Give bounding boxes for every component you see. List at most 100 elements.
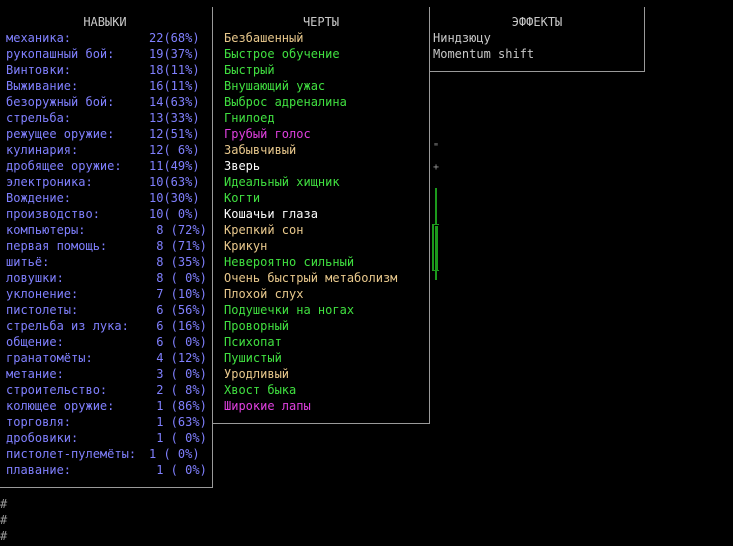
skill-value: 2 ( 8%) (149, 383, 207, 397)
skill-name: ловушки: (6, 271, 64, 285)
skill-value: 12(51%) (149, 127, 200, 141)
trait-item: Плохой слух (224, 287, 304, 301)
skills-panel: НАВЫКИ механика: 22(68%) рукопашный бой: 19… (0, 7, 213, 488)
trait-item: Крикун (224, 239, 268, 253)
skill-row: стрельба из лука: 6 (16%) (0, 318, 211, 334)
skill-row: кулинария: 12( 6%) (0, 142, 211, 158)
trait-item: Внушающий ужас (224, 79, 326, 93)
skill-value: 12( 6%) (149, 143, 200, 157)
skill-value: 6 (56%) (149, 303, 207, 317)
skill-name: электроника: (6, 175, 93, 189)
trait-item: Невероятно сильный (224, 255, 355, 269)
skill-row: дробовики: 1 ( 0%) (0, 430, 211, 446)
skill-value: 1 ( 0%) (149, 431, 207, 445)
traits-title: ЧЕРТЫ (302, 15, 340, 29)
skill-name: компьютеры: (6, 223, 86, 237)
skill-name: Выживание: (6, 79, 79, 93)
gauge-bracket-left (432, 224, 434, 270)
skill-name: режущее оружие: (6, 127, 115, 141)
trait-item: Когти (224, 191, 261, 205)
skill-row: пистолеты: 6 (56%) (0, 302, 211, 318)
skill-row: строительство: 2 ( 8%) (0, 382, 211, 398)
trait-item: Гнилоед (224, 111, 275, 125)
trait-item: Очень быстрый метаболизм (224, 271, 398, 285)
skill-value: 10( 0%) (149, 207, 200, 221)
skill-name: плавание: (6, 463, 72, 477)
skill-value: 11(49%) (149, 159, 200, 173)
skill-value: 8 ( 0%) (149, 271, 207, 285)
skill-row: общение: 6 ( 0%) (0, 334, 211, 350)
skills-title: НАВЫКИ (83, 15, 127, 29)
skill-row: рукопашный бой: 19(37%) (0, 46, 211, 62)
skill-name: Вождение: (6, 191, 72, 205)
skill-row: гранатомёты: 4 (12%) (0, 350, 211, 366)
effect-item: Momentum shift (433, 47, 535, 61)
skill-value: 1 (63%) (149, 415, 207, 429)
skill-value: 3 ( 0%) (149, 367, 207, 381)
skill-value: 1 (86%) (149, 399, 207, 413)
traits-panel: ЧЕРТЫ Безбашенный Быстрое обучение Быстрый… (212, 7, 430, 424)
skill-name: торговля: (6, 415, 72, 429)
skill-row: режущее оружие: 12(51%) (0, 126, 211, 142)
skill-value: 14(63%) (149, 95, 200, 109)
skill-row: торговля: 1 (63%) (0, 414, 211, 430)
trait-item: Широкие лапы (224, 399, 311, 413)
skill-value: 8 (72%) (149, 223, 207, 237)
skill-name: шитьё: (6, 255, 50, 269)
effects-title: ЭФФЕКТЫ (511, 15, 563, 29)
skill-name: производство: (6, 207, 100, 221)
skill-name: первая помощь: (6, 239, 108, 253)
trait-item: Проворный (224, 319, 290, 333)
skill-name: дробящее оружие: (6, 159, 122, 173)
skill-row: пистолет-пулемёты: 1 ( 0%) (0, 446, 211, 462)
skill-value: 10(63%) (149, 175, 200, 189)
skill-row: Винтовки: 18(11%) (0, 62, 211, 78)
skill-name: гранатомёты: (6, 351, 93, 365)
skill-name: общение: (6, 335, 64, 349)
effects-panel: ЭФФЕКТЫ Ниндзюцу Momentum shift (429, 7, 645, 72)
trait-item: Безбашенный (224, 31, 304, 45)
skill-row: ловушки: 8 ( 0%) (0, 270, 211, 286)
trait-item: Пушистый (224, 351, 282, 365)
trait-item: Зверь (224, 159, 261, 173)
skill-name: метание: (6, 367, 64, 381)
skill-value: 13(33%) (149, 111, 200, 125)
skill-name: пистолеты: (6, 303, 79, 317)
skill-value: 1 ( 0%) (149, 447, 200, 461)
trait-item: Выброс адреналина (224, 95, 347, 109)
skill-row: Выживание: 16(11%) (0, 78, 211, 94)
skill-value: 8 (35%) (149, 255, 207, 269)
trait-item: Идеальный хищник (224, 175, 340, 189)
skill-value: 22(68%) (149, 31, 200, 45)
skill-name: механика: (6, 31, 72, 45)
trait-item: Крепкий сон (224, 223, 304, 237)
skill-value: 10(30%) (149, 191, 200, 205)
skill-name: стрельба из лука: (6, 319, 129, 333)
trait-item: Кошачьи глаза (224, 207, 318, 221)
trait-item: Хвост быка (224, 383, 297, 397)
trait-item: Грубый голос (224, 127, 311, 141)
skill-name: колющее оружие: (6, 399, 115, 413)
gauge-bar-upper (435, 188, 437, 224)
skill-row: дробящее оружие: 11(49%) (0, 158, 211, 174)
skill-row: компьютеры: 8 (72%) (0, 222, 211, 238)
trait-item: Забывчивый (224, 143, 297, 157)
skill-value: 6 (16%) (149, 319, 207, 333)
skill-name: строительство: (6, 383, 108, 397)
skill-value: 18(11%) (149, 63, 200, 77)
hash-mark: # (0, 497, 8, 511)
hash-mark: # (0, 529, 8, 543)
skill-row: электроника: 10(63%) (0, 174, 211, 190)
skill-value: 4 (12%) (149, 351, 207, 365)
skill-row: плавание: 1 ( 0%) (0, 462, 211, 478)
trait-item: Быстрый (224, 63, 275, 77)
side-gauge (432, 174, 441, 280)
skill-name: рукопашный бой: (6, 47, 115, 61)
skill-row: Вождение: 10(30%) (0, 190, 211, 206)
skill-name: дробовики: (6, 431, 79, 445)
tick-mark: " (433, 142, 440, 153)
skill-row: шитьё: 8 (35%) (0, 254, 211, 270)
skill-value: 7 (10%) (149, 287, 207, 301)
trait-item: Психопат (224, 335, 282, 349)
skill-row: первая помощь: 8 (71%) (0, 238, 211, 254)
